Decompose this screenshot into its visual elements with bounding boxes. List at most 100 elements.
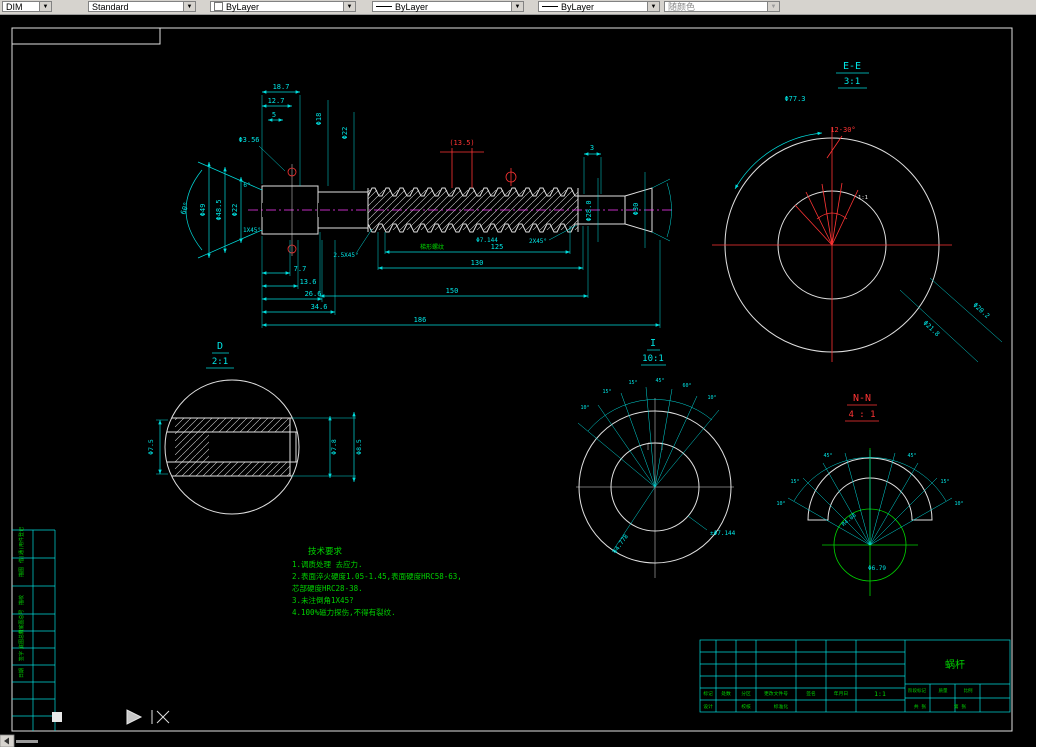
title-block-label: 标记 [703, 690, 713, 697]
text-style-combo[interactable]: Standard ▼ [88, 1, 196, 12]
dim-label: 2.5X45° [333, 252, 358, 259]
template-label: 借(通)用件登记 [18, 527, 25, 563]
dim-label: 15° [628, 380, 637, 386]
dim-label: 1X45° [243, 227, 261, 234]
dim-label: Φ8.5 [355, 439, 363, 455]
dim-label: 15° [790, 479, 799, 485]
notes-line: 3.未注倒角1X45? [292, 595, 354, 605]
dropdown-arrow-icon[interactable]: ▼ [511, 2, 523, 11]
dim-label: Φ22 [341, 127, 349, 140]
dim-label: Φ7.144 [476, 237, 498, 244]
view-label: N-N [853, 393, 871, 404]
dim-label: 10° [776, 501, 785, 507]
linetype-icon [376, 6, 392, 7]
dim-style-combo[interactable]: DIM ▼ [2, 1, 52, 12]
dropdown-arrow-icon: ▼ [767, 2, 779, 11]
template-label: 描图 [18, 567, 25, 577]
dim-label: 125 [491, 243, 504, 251]
notes-line: 2.表面淬火硬度1.05-1.45,表面硬度HRC58-63, [292, 571, 462, 581]
dim-label: Φ49 [199, 204, 207, 217]
title-block-label: 比例 [964, 687, 973, 694]
dim-label: 13.6 [300, 278, 317, 286]
dim-label: 15° [940, 479, 949, 485]
title-block-label: 校核 [741, 703, 751, 710]
dim-label: 12-30° [830, 126, 855, 134]
color-control-combo[interactable]: ByLayer ▼ [210, 1, 356, 12]
dim-label: 10° [707, 395, 716, 401]
dim-label: Φ30 [632, 203, 640, 216]
dropdown-arrow-icon[interactable]: ▼ [647, 2, 659, 11]
dim-label: 150 [446, 287, 459, 295]
thread-spec-label: 梯形螺纹 [420, 243, 444, 251]
dim-label: Φ28.0 [585, 200, 593, 221]
dim-style-label: DIM [6, 1, 23, 12]
dim-label: Φ7.5 [147, 439, 155, 455]
title-block-label: 年月日 [834, 690, 848, 697]
text-style-value: Standard [92, 1, 129, 12]
title-block-label: 签名 [806, 690, 816, 697]
dropdown-arrow-icon[interactable]: ▼ [183, 2, 195, 11]
linetype-value: ByLayer [395, 1, 429, 12]
dim-label: 1:1 [858, 195, 868, 201]
view-scale: 10:1 [642, 354, 664, 364]
lineweight-value: ByLayer [561, 1, 595, 12]
view-label: E-E [843, 61, 861, 72]
dim-label: 130 [471, 259, 484, 267]
dim-label: 45° [655, 378, 664, 384]
linetype-control-combo[interactable]: ByLayer ▼ [372, 1, 524, 12]
title-block-label: 质量 [939, 687, 948, 694]
dim-label: 3 [590, 144, 594, 152]
color-swatch-icon [214, 2, 223, 11]
dim-label: Φ6.79 [868, 565, 886, 572]
dim-label: Φ48.5 [215, 199, 223, 220]
plot-style-value: 随颜色 [668, 2, 696, 12]
title-block-label: 分区 [741, 690, 751, 697]
vertical-scrollbar[interactable] [1036, 0, 1049, 747]
notes-line: 芯部硬度HRC28-38. [292, 583, 363, 593]
dim-label: Φ7.8 [330, 439, 338, 455]
title-block-label: 共 张 [914, 703, 927, 710]
dim-label: 10° [954, 501, 963, 507]
part-name: 蜗杆 [945, 659, 965, 671]
scale-value: 1:1 [874, 690, 886, 698]
dim-label: 6° [243, 182, 250, 189]
color-value: ByLayer [226, 1, 260, 12]
template-label: 底图总号 [18, 629, 25, 649]
frame-mark [52, 712, 62, 722]
title-block-label: 第 张 [954, 703, 967, 710]
dim-label: 34.6 [311, 303, 328, 311]
toolbar: DIM ▼ Standard ▼ ByLayer ▼ ByLayer ▼ ByL… [0, 0, 1049, 15]
title-block-label: 更改文件号 [764, 690, 788, 697]
dim-label: 7.7 [294, 265, 307, 273]
dim-label: Φ22 [231, 204, 239, 217]
dim-label: ±Φ7.144 [710, 530, 736, 537]
template-label: 日期 [19, 668, 25, 678]
drawing-canvas[interactable]: 借(通)用件登记 描图 描校 旧底图总号 底图总号 签字 日期 (13.5) 1… [0, 0, 1049, 747]
lineweight-icon [542, 6, 558, 7]
title-block-label: 处数 [721, 690, 731, 697]
dim-label: 10° [580, 405, 589, 411]
dim-label: Φ18 [315, 113, 323, 126]
dim-label: 12.7 [268, 97, 285, 105]
dim-label: Φ3.56 [238, 136, 259, 144]
notes-title: 技术要求 [308, 546, 343, 557]
lineweight-control-combo[interactable]: ByLayer ▼ [538, 1, 660, 12]
dim-label: 5 [272, 111, 276, 119]
dim-label: Φ77.3 [784, 95, 805, 103]
view-label: I [650, 338, 656, 349]
scroll-thumb[interactable] [16, 740, 38, 743]
dim-label: 45° [823, 453, 832, 459]
notes-line: 4.100%磁力探伤,不得有裂纹. [292, 607, 396, 617]
template-label: 描校 [18, 595, 25, 605]
dim-label: 2X45° [529, 238, 547, 245]
dim-label: 60° [682, 383, 691, 389]
notes-line: 1.调质处理 去应力. [292, 559, 363, 569]
dim-label: 186 [414, 316, 427, 324]
dropdown-arrow-icon[interactable]: ▼ [343, 2, 355, 11]
view-label: D [217, 341, 223, 352]
title-block-label: 阶段标记 [908, 687, 926, 694]
view-scale: 2:1 [212, 357, 228, 367]
dropdown-arrow-icon[interactable]: ▼ [39, 2, 51, 11]
dim-label: 15° [602, 389, 611, 395]
plot-style-combo: 随颜色 ▼ [664, 1, 780, 12]
